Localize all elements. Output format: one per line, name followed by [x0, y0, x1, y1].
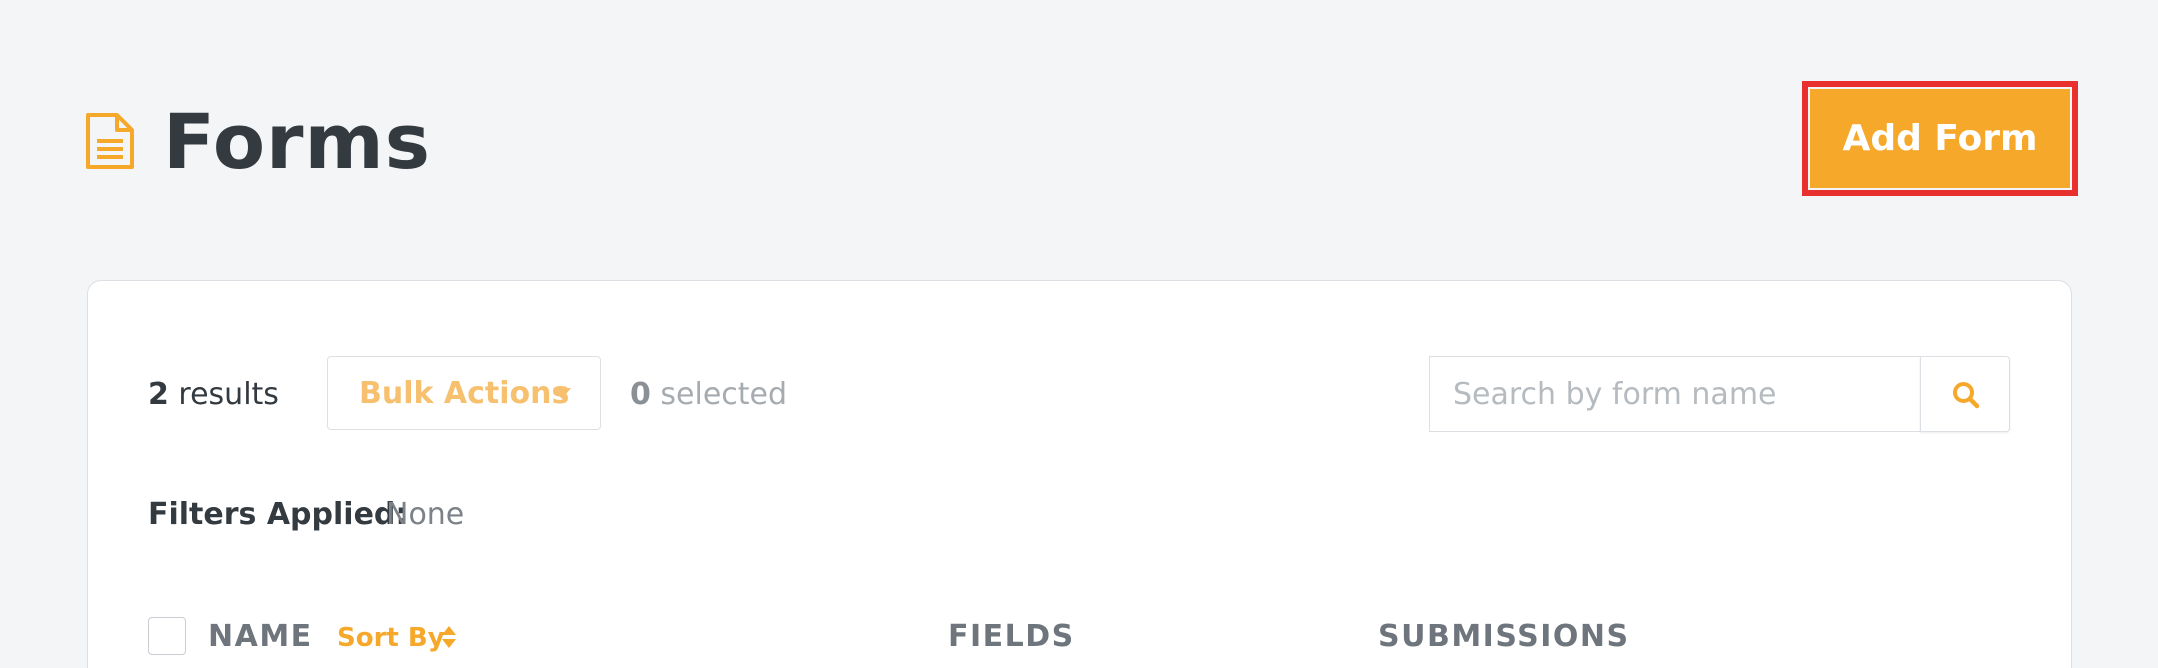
- form-document-icon: [85, 112, 135, 170]
- filters-value: None: [386, 497, 465, 532]
- caret-down-icon: [553, 388, 571, 399]
- forms-page: Forms Add Form 2 results Bulk Actions 0 …: [0, 0, 2158, 668]
- filters-label: Filters Applied:: [148, 497, 408, 532]
- column-header-submissions[interactable]: SUBMISSIONS: [1378, 617, 1630, 657]
- results-number: 2: [148, 377, 169, 412]
- add-form-button[interactable]: Add Form: [1810, 89, 2070, 188]
- sort-by-toggle[interactable]: Sort By: [337, 621, 445, 655]
- results-count: 2 results: [148, 375, 279, 415]
- column-header-fields[interactable]: FIELDS: [948, 617, 1075, 657]
- sort-icon[interactable]: [441, 625, 457, 649]
- forms-card: [87, 280, 2072, 668]
- selected-count: 0 selected: [630, 375, 787, 415]
- search-button[interactable]: [1920, 356, 2010, 432]
- selected-label: selected: [660, 377, 788, 412]
- page-title: Forms: [163, 97, 431, 186]
- select-all-checkbox[interactable]: [148, 617, 186, 655]
- selected-number: 0: [630, 377, 651, 412]
- column-header-name[interactable]: NAME: [208, 617, 313, 657]
- bulk-actions-label: Bulk Actions: [359, 375, 570, 411]
- search-icon: [1953, 382, 1980, 409]
- search-input[interactable]: [1429, 356, 1921, 432]
- bulk-actions-dropdown[interactable]: Bulk Actions: [327, 356, 601, 430]
- results-label: results: [178, 377, 279, 412]
